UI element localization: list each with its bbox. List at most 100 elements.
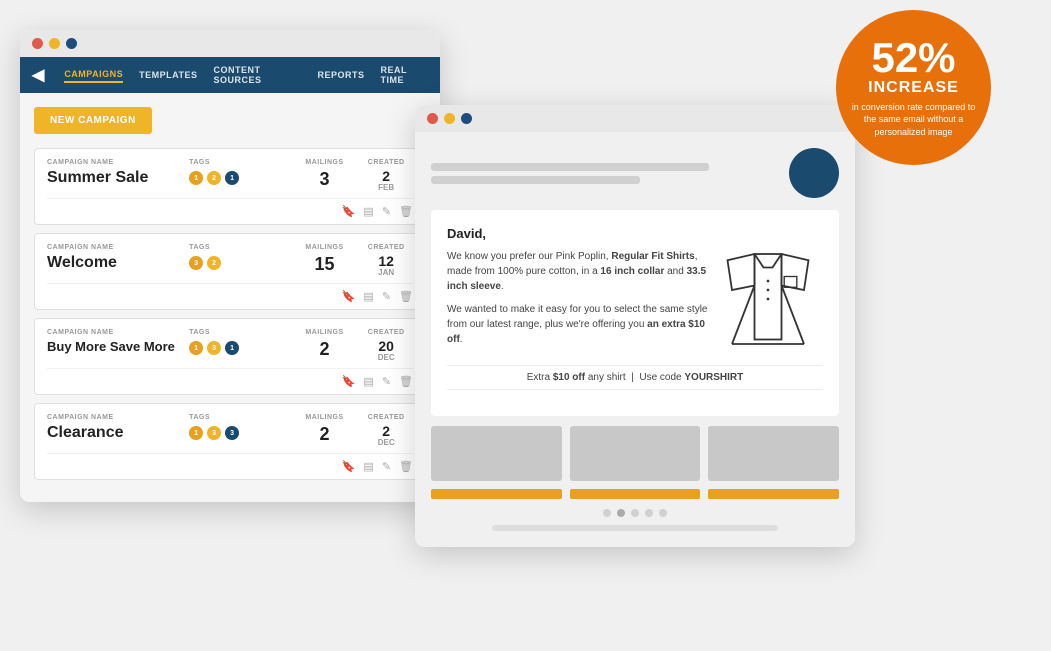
tag-4-1: 1 — [189, 426, 203, 440]
created-label-4: CREATED — [359, 414, 413, 421]
created-label-3: CREATED — [359, 329, 413, 336]
badge-percent: 52% — [871, 37, 955, 79]
minimize-dot[interactable] — [49, 38, 60, 49]
header-line-1 — [431, 163, 709, 171]
edit-action-icon-4[interactable]: ✎ — [382, 460, 391, 473]
campaign-name-3: Buy More Save More — [47, 339, 181, 354]
tags-row-2: 3 2 — [189, 256, 290, 270]
delete-action-icon[interactable]: 🗑 — [399, 205, 413, 218]
nav-bar: ◀ CAMPAIGNS TEMPLATES CONTENT SOURCES RE… — [20, 57, 440, 93]
email-paragraph-2: We wanted to make it easy for you to sel… — [447, 302, 711, 347]
edit-action-icon-3[interactable]: ✎ — [382, 375, 391, 388]
product-images-row — [431, 426, 839, 481]
email-body: David, We know you prefer our Pink Popli… — [415, 132, 855, 547]
created-day-1: 2 — [359, 169, 413, 183]
created-day-3: 20 — [359, 339, 413, 353]
nav-dot-2[interactable] — [617, 509, 625, 517]
shirt-svg — [723, 249, 813, 349]
email-close-dot[interactable] — [427, 113, 438, 124]
cta-button-1[interactable] — [431, 489, 562, 499]
badge-increase-label: INCREASE — [868, 79, 959, 97]
nav-dot-4[interactable] — [645, 509, 653, 517]
cta-buttons-row — [431, 489, 839, 499]
name-label-1: CAMPAIGN NAME — [47, 159, 181, 166]
tag-1-1: 1 — [189, 171, 203, 185]
created-day-4: 2 — [359, 424, 413, 438]
tags-label-2: TAGS — [189, 244, 290, 251]
created-label-2: CREATED — [359, 244, 413, 251]
mailings-4: 2 — [298, 424, 352, 445]
nav-reports[interactable]: REPORTS — [318, 68, 365, 82]
mailings-label-2: MAILINGS — [298, 244, 352, 251]
email-minimize-dot[interactable] — [444, 113, 455, 124]
tag-1-3: 1 — [225, 171, 239, 185]
delete-action-icon-2[interactable]: 🗑 — [399, 290, 413, 303]
email-shirt-section: We know you prefer our Pink Poplin, Regu… — [447, 249, 823, 355]
chart-action-icon[interactable]: ▤ — [363, 205, 373, 218]
product-image-3 — [708, 426, 839, 481]
tag-action-icon-2[interactable]: 🔖 — [342, 290, 356, 303]
nav-real-time[interactable]: REAL TIME — [381, 63, 428, 87]
close-dot[interactable] — [32, 38, 43, 49]
mailings-label-4: MAILINGS — [298, 414, 352, 421]
new-campaign-button[interactable]: NEW CAMPAIGN — [34, 107, 152, 134]
tag-2-2: 2 — [207, 256, 221, 270]
campaigns-titlebar — [20, 30, 440, 57]
nav-dot-3[interactable] — [631, 509, 639, 517]
delete-action-icon-4[interactable]: 🗑 — [399, 460, 413, 473]
tag-action-icon-4[interactable]: 🔖 — [342, 460, 356, 473]
tag-3-1: 1 — [189, 341, 203, 355]
nav-templates[interactable]: TEMPLATES — [139, 68, 197, 82]
edit-action-icon-2[interactable]: ✎ — [382, 290, 391, 303]
email-header — [431, 148, 839, 198]
nav-dot-5[interactable] — [659, 509, 667, 517]
tag-action-icon[interactable]: 🔖 — [342, 205, 356, 218]
nav-dot-1[interactable] — [603, 509, 611, 517]
nav-campaigns[interactable]: CAMPAIGNS — [64, 67, 123, 83]
mailings-1: 3 — [298, 169, 352, 190]
chart-action-icon-2[interactable]: ▤ — [363, 290, 373, 303]
campaign-body: NEW CAMPAIGN CAMPAIGN NAME Summer Sale T… — [20, 93, 440, 502]
chart-action-icon-4[interactable]: ▤ — [363, 460, 373, 473]
campaign-actions-1: 🔖 ▤ ✎ 🗑 — [47, 198, 413, 220]
cta-button-2[interactable] — [570, 489, 701, 499]
email-content: David, We know you prefer our Pink Popli… — [431, 210, 839, 416]
product-image-1 — [431, 426, 562, 481]
shirt-illustration — [723, 249, 823, 354]
campaign-card-welcome: CAMPAIGN NAME Welcome TAGS 3 2 MAILINGS … — [34, 233, 426, 310]
campaign-name-2: Welcome — [47, 254, 181, 272]
campaigns-window: ◀ CAMPAIGNS TEMPLATES CONTENT SOURCES RE… — [20, 30, 440, 502]
campaign-card-buy-more: CAMPAIGN NAME Buy More Save More TAGS 1 … — [34, 318, 426, 395]
email-shirt-text: We know you prefer our Pink Poplin, Regu… — [447, 249, 711, 355]
created-month-4: DEC — [359, 438, 413, 447]
email-titlebar — [415, 105, 855, 132]
nav-dots — [431, 509, 839, 517]
tags-row-3: 1 3 1 — [189, 341, 290, 355]
badge-description: in conversion rate compared to the same … — [846, 101, 981, 139]
mailings-label-1: MAILINGS — [298, 159, 352, 166]
nav-content-sources[interactable]: CONTENT SOURCES — [214, 63, 302, 87]
tags-label-3: TAGS — [189, 329, 290, 336]
campaign-card-clearance: CAMPAIGN NAME Clearance TAGS 1 3 3 MAILI… — [34, 403, 426, 480]
chart-action-icon-3[interactable]: ▤ — [363, 375, 373, 388]
promo-bar: Extra $10 off any shirt | Use code YOURS… — [447, 365, 823, 390]
tags-row-1: 1 2 1 — [189, 171, 290, 185]
tags-label-4: TAGS — [189, 414, 290, 421]
created-label-1: CREATED — [359, 159, 413, 166]
campaign-name-1: Summer Sale — [47, 169, 181, 187]
tag-2-1: 3 — [189, 256, 203, 270]
maximize-dot[interactable] — [66, 38, 77, 49]
campaign-card-summer-sale: CAMPAIGN NAME Summer Sale TAGS 1 2 1 MAI… — [34, 148, 426, 225]
delete-action-icon-3[interactable]: 🗑 — [399, 375, 413, 388]
mailings-2: 15 — [298, 254, 352, 275]
name-label-3: CAMPAIGN NAME — [47, 329, 181, 336]
email-maximize-dot[interactable] — [461, 113, 472, 124]
edit-action-icon[interactable]: ✎ — [382, 205, 391, 218]
tag-3-2: 3 — [207, 341, 221, 355]
cta-button-3[interactable] — [708, 489, 839, 499]
conversion-badge: 52% INCREASE in conversion rate compared… — [836, 10, 991, 165]
campaign-actions-4: 🔖 ▤ ✎ 🗑 — [47, 453, 413, 475]
created-month-1: FEB — [359, 183, 413, 192]
tag-action-icon-3[interactable]: 🔖 — [342, 375, 356, 388]
tags-row-4: 1 3 3 — [189, 426, 290, 440]
